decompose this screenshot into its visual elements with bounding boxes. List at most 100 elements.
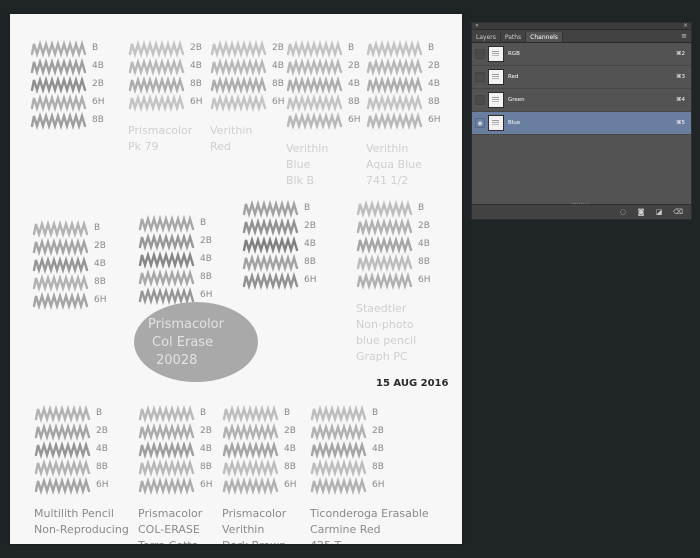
grade-label: 6H [96, 480, 109, 490]
close-icon[interactable]: × [683, 22, 688, 29]
grade-label: 6H [94, 295, 107, 305]
grade-label: 8B [428, 97, 440, 107]
pencil-scribble [34, 458, 91, 478]
swatch-caption: Terra Cotta [137, 539, 198, 544]
swatch-caption: Multilith Pencil [34, 507, 114, 520]
channel-name: Red [508, 74, 519, 80]
channel-thumbnail [488, 115, 504, 131]
pencil-scribble [366, 111, 423, 131]
grade-label: 6H [428, 115, 441, 125]
pencil-scribble [32, 255, 89, 275]
channel-row-green[interactable]: Green ⌘4 [472, 89, 691, 112]
pencil-scribble [286, 111, 343, 131]
erase-label: 20028 [156, 353, 197, 368]
grade-label: 4B [304, 239, 316, 249]
pencil-scribble [210, 39, 267, 59]
visibility-eye-icon[interactable] [475, 49, 485, 59]
delete-channel-icon[interactable]: ⌫ [673, 208, 683, 216]
grade-label: 4B [200, 254, 212, 264]
tab-paths[interactable]: Paths [501, 32, 527, 42]
channel-thumbnail [488, 69, 504, 85]
pencil-scribble [356, 253, 413, 273]
tab-channels[interactable]: Channels [526, 32, 563, 42]
grade-label: 8B [304, 257, 316, 267]
grade-label: 2B [428, 61, 440, 71]
drag-handle[interactable] [572, 203, 588, 206]
grade-label: 6H [284, 480, 297, 490]
pencil-scribble [210, 93, 267, 113]
channel-thumbnail [488, 46, 504, 62]
grade-label: 4B [190, 61, 202, 71]
grade-label: 8B [418, 257, 430, 267]
new-channel-icon[interactable]: ◪ [655, 208, 663, 216]
grade-label: 6H [304, 275, 317, 285]
date-label: 15 AUG 2016 [376, 378, 449, 389]
swatch-group-2: 2B 4B 8B 6H Prismacolor Pk 79 [128, 39, 203, 153]
visibility-eye-icon[interactable]: ◉ [475, 118, 485, 128]
swatch-caption: Blk B [286, 174, 314, 187]
panel-footer: ◌ ◙ ◪ ⌫ [472, 203, 691, 219]
grade-label: 2B [348, 61, 360, 71]
swatch-group-6: B 2B 4B 8B 6H [32, 219, 107, 311]
grade-label: 8B [272, 79, 284, 89]
pencil-scribble [128, 93, 185, 113]
grade-label: 2B [96, 426, 108, 436]
channel-name: Green [508, 97, 525, 103]
grade-label: 2B [94, 241, 106, 251]
pencil-scribble [210, 75, 267, 95]
swatch-caption: 741 1/2 [366, 174, 408, 187]
grade-label: 8B [190, 79, 202, 89]
pencil-scribble [286, 75, 343, 95]
grade-label: 6H [418, 275, 431, 285]
grade-label: 6H [200, 480, 213, 490]
visibility-eye-icon[interactable] [475, 95, 485, 105]
grade-label: 2B [304, 221, 316, 231]
channel-shortcut: ⌘3 [676, 74, 685, 80]
pencil-scribble [310, 440, 367, 460]
channel-thumbnail [488, 92, 504, 108]
grade-label: 6H [92, 97, 105, 107]
swatch-caption: 425 T [310, 539, 341, 544]
pencil-scribble [32, 273, 89, 293]
collapse-icon[interactable]: « [475, 22, 479, 29]
swatch-caption: Carmine Red [310, 523, 381, 536]
channel-row-blue[interactable]: ◉ Blue ⌘5 [472, 112, 691, 135]
swatch-caption: blue pencil [356, 334, 416, 347]
grade-label: B [92, 43, 98, 53]
pencil-scribble [30, 57, 87, 77]
pencil-scribble [210, 57, 267, 77]
pencil-scribble [34, 440, 91, 460]
panel-menu-icon[interactable]: ≡ [681, 32, 687, 40]
channel-row-red[interactable]: Red ⌘3 [472, 66, 691, 89]
grade-label: 8B [200, 462, 212, 472]
panel-tabs: Layers Paths Channels ≡ [472, 30, 691, 43]
pencil-scribble [242, 217, 299, 237]
pencil-scribble [222, 404, 279, 424]
swatch-group-4: B 2B 4B 8B 6H Verithin Blue Blk B [286, 39, 361, 187]
swatch-group-8: B 2B 4B 8B 6H [242, 199, 317, 291]
load-channel-as-selection-icon[interactable]: ◌ [619, 208, 627, 216]
pencil-scribble [222, 422, 279, 442]
channel-row-rgb[interactable]: RGB ⌘2 [472, 43, 691, 66]
swatch-group-9: B 2B 4B 8B 6H Staedtler Non-photo blue pencil Gr… [356, 199, 431, 363]
grade-label: B [372, 408, 378, 418]
grade-label: 6H [372, 480, 385, 490]
pencil-scribble [128, 39, 185, 59]
save-selection-as-channel-icon[interactable]: ◙ [637, 208, 645, 216]
pencil-scribble [138, 422, 195, 442]
pencil-scribble [34, 422, 91, 442]
panel-titlebar[interactable]: « × [472, 22, 691, 30]
grade-label: 2B [190, 43, 202, 53]
pencil-scribble [356, 199, 413, 219]
pencil-scribble [138, 250, 195, 270]
grade-label: 8B [92, 115, 104, 125]
visibility-eye-icon[interactable] [475, 72, 485, 82]
scanned-paper: B 4B 2B 6H 8B 2B 4B 8B 6H Prismacolor Pk 79 2B 4B 8B 6… [10, 14, 462, 544]
pencil-scribble [30, 93, 87, 113]
swatch-group-10: B 2B 4B 8B 6H Multilith Pencil Non-Reproducing [34, 404, 129, 536]
channel-shortcut: ⌘2 [676, 51, 685, 57]
grade-label: 4B [92, 61, 104, 71]
pencil-scribble [222, 440, 279, 460]
pencil-scribble [242, 253, 299, 273]
tab-layers[interactable]: Layers [472, 32, 501, 42]
